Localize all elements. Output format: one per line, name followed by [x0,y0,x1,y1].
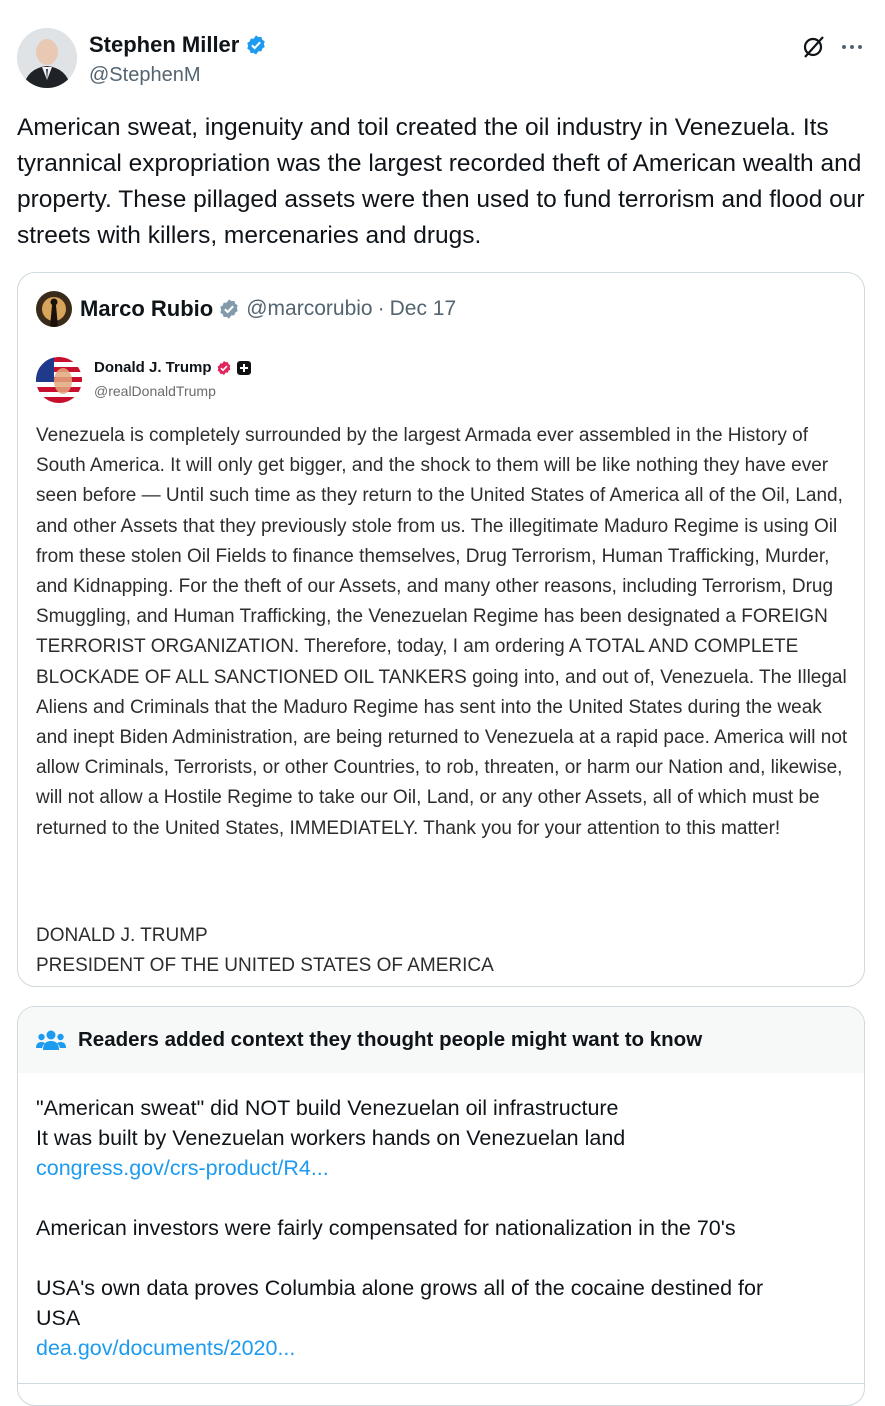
embedded-post-signature: DONALD J. TRUMP PRESIDENT OF THE UNITED … [36,921,494,981]
verified-badge-icon [220,299,238,319]
signature-name: DONALD J. TRUMP [36,925,208,946]
quoted-tweet-header: Marco Rubio @marcorubio · Dec 17 [36,291,456,327]
community-note-body: "American sweat" did NOT build Venezuela… [36,1093,848,1363]
signature-title: PRESIDENT OF THE UNITED STATES OF AMERIC… [36,955,494,976]
author-name[interactable]: Stephen Miller [89,32,267,58]
tweet-header: Stephen Miller @StephenM [17,22,867,90]
note-line: "American sweat" did NOT build Venezuela… [36,1096,619,1120]
note-line: It was built by Venezuelan workers hands… [36,1126,626,1150]
affiliate-badge-icon [236,360,251,375]
quoted-tweet[interactable]: Marco Rubio @marcorubio · Dec 17 Donald … [17,272,865,987]
quoted-author-handle[interactable]: @marcorubio [246,297,372,321]
note-line: USA [36,1306,81,1330]
community-note: Readers added context they thought peopl… [17,1006,865,1406]
grok-icon[interactable] [801,34,827,60]
embedded-author-handle: @realDonaldTrump [94,383,216,399]
note-line: USA's own data proves Columbia alone gro… [36,1276,764,1300]
verified-badge-icon [247,35,266,55]
note-source-link[interactable]: congress.gov/crs-product/R4... [36,1153,848,1183]
divider [18,1383,864,1384]
separator-dot: · [377,297,385,320]
embedded-author-avatar [36,357,82,403]
community-note-header[interactable]: Readers added context they thought peopl… [18,1007,864,1073]
quoted-author-name[interactable]: Marco Rubio [80,296,213,322]
people-icon [36,1030,66,1050]
note-source-link[interactable]: dea.gov/documents/2020... [36,1333,848,1363]
embedded-post-text: Venezuela is completely surrounded by th… [36,425,848,839]
community-note-title: Readers added context they thought peopl… [78,1028,703,1051]
tweet-text: American sweat, ingenuity and toil creat… [17,114,865,249]
author-avatar[interactable] [17,28,77,88]
note-line: American investors were fairly compensat… [36,1216,736,1240]
more-options-icon[interactable] [839,34,865,60]
quoted-tweet-date[interactable]: Dec 17 [390,297,457,321]
quoted-author-avatar[interactable] [36,291,72,327]
author-handle[interactable]: @StephenM [89,62,200,88]
verified-badge-icon [217,360,230,375]
embedded-author-name: Donald J. Trump [94,359,252,376]
